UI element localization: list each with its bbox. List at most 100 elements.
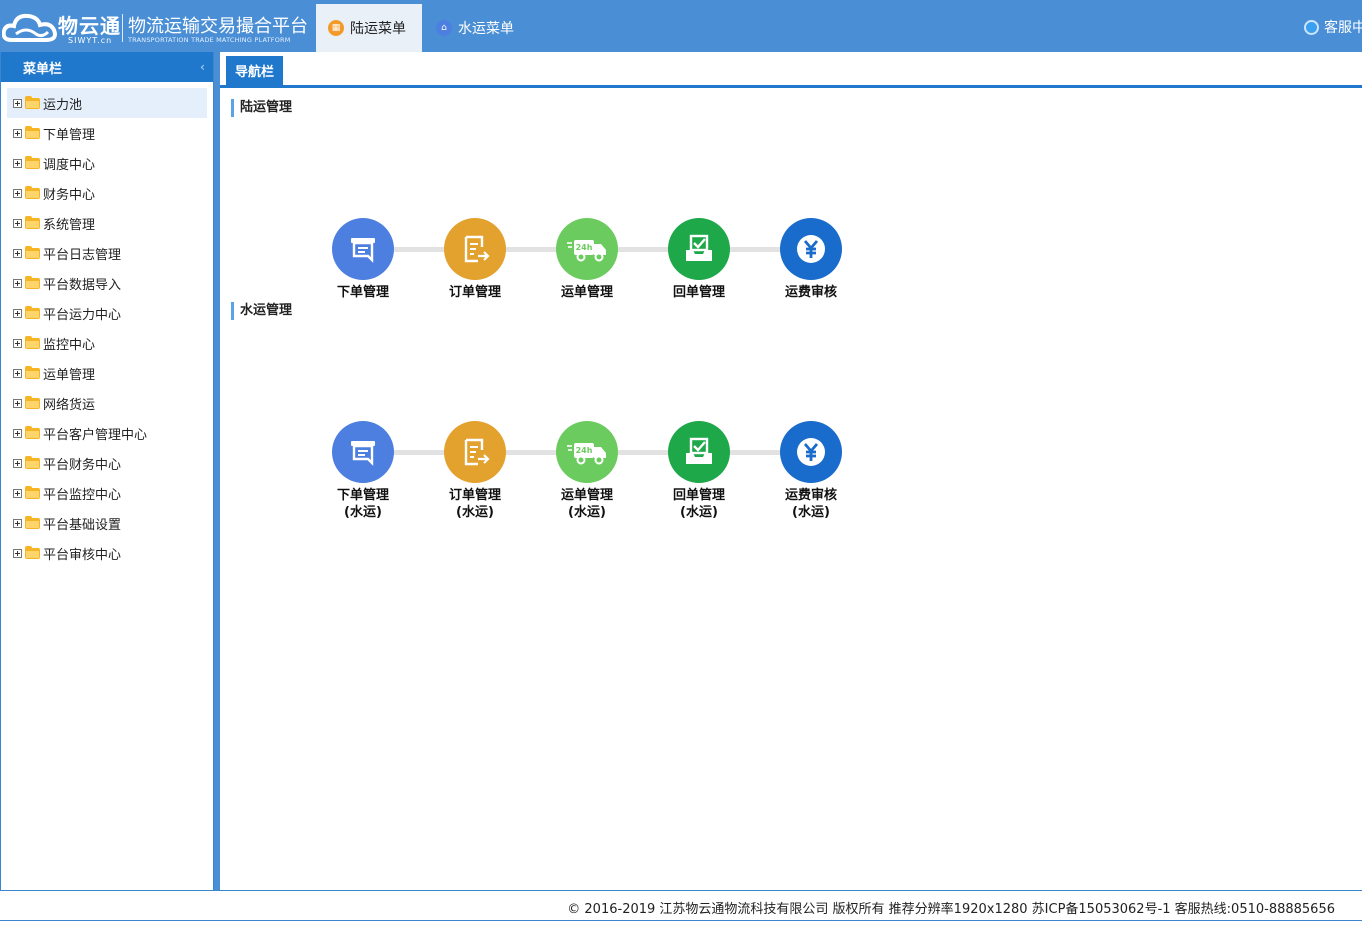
truck-badge: 24h	[576, 243, 593, 252]
water-step-waybill-management[interactable]: 24h 运单管理 (水运)	[542, 421, 632, 521]
sidebar-item[interactable]: 网络货运	[7, 388, 207, 418]
expand-icon[interactable]	[13, 128, 22, 138]
step-label: 运单管理	[560, 285, 613, 300]
land-step-waybill-management[interactable]: 24h 运单管理	[542, 218, 632, 302]
main-content: 导航栏 陆运管理 下单管理 订单管理 24h 运单管理 回单管理 运费审核 水运…	[220, 52, 1362, 890]
water-section-title: 水运管理	[231, 302, 292, 320]
folder-icon	[25, 275, 40, 289]
expand-icon[interactable]	[13, 248, 22, 258]
expand-icon[interactable]	[13, 398, 22, 408]
land-step-order-placement[interactable]: 下单管理	[318, 218, 408, 302]
expand-icon[interactable]	[13, 368, 22, 378]
customer-service-link[interactable]: 客服中心	[1304, 17, 1362, 37]
sidebar-item-label: 调度中心	[43, 157, 96, 173]
sidebar-item[interactable]: 平台财务中心	[7, 448, 207, 478]
receipt-check-icon	[668, 218, 730, 280]
tab-label: 水运菜单	[458, 21, 514, 37]
sidebar-item[interactable]: 平台监控中心	[7, 478, 207, 508]
water-menu-icon: ⌂	[436, 20, 452, 36]
order-placement-icon	[332, 218, 394, 280]
water-step-receipt-management[interactable]: 回单管理 (水运)	[654, 421, 744, 521]
expand-icon[interactable]	[13, 428, 22, 438]
platform-logo[interactable]: 物云通 SIWYT.cn 物流运输交易撮合平台 TRANSPORTATION T…	[0, 0, 316, 52]
platform-subtitle: TRANSPORTATION TRADE MATCHING PLATFORM	[128, 36, 291, 44]
expand-icon[interactable]	[13, 488, 22, 498]
step-label: 订单管理	[448, 285, 501, 300]
water-step-order-management[interactable]: 订单管理 (水运)	[430, 421, 520, 521]
sidebar-item[interactable]: 财务中心	[7, 178, 207, 208]
sidebar-item[interactable]: 平台运力中心	[7, 298, 207, 328]
water-step-freight-audit[interactable]: 运费审核 (水运)	[766, 421, 856, 521]
sidebar-item[interactable]: 系统管理	[7, 208, 207, 238]
step-label: 运单管理	[560, 488, 613, 503]
footer: © 2016-2019 江苏物云通物流科技有限公司 版权所有 推荐分辨率1920…	[0, 890, 1362, 921]
expand-icon[interactable]	[13, 548, 22, 558]
sidebar-item-label: 平台监控中心	[43, 487, 122, 503]
step-label: 下单管理	[336, 488, 389, 503]
sidebar-title: 菜单栏	[23, 61, 63, 77]
expand-icon[interactable]	[13, 218, 22, 228]
expand-icon[interactable]	[13, 188, 22, 198]
folder-icon	[25, 395, 40, 409]
sidebar-item-label: 监控中心	[43, 337, 96, 353]
sidebar-item[interactable]: 调度中心	[7, 148, 207, 178]
sidebar-item[interactable]: 平台审核中心	[7, 538, 207, 568]
sidebar-item[interactable]: 监控中心	[7, 328, 207, 358]
expand-icon[interactable]	[13, 158, 22, 168]
logo-divider	[122, 14, 123, 42]
sidebar-item-label: 下单管理	[43, 127, 96, 143]
step-label: 运费审核	[784, 285, 837, 300]
sidebar-item[interactable]: 运单管理	[7, 358, 207, 388]
brand-domain: SIWYT.cn	[68, 36, 113, 45]
land-step-receipt-management[interactable]: 回单管理	[654, 218, 744, 302]
land-menu-icon: ▦	[328, 20, 344, 36]
folder-icon	[25, 425, 40, 439]
step-sublabel: (水运)	[568, 505, 606, 520]
expand-icon[interactable]	[13, 308, 22, 318]
sidebar-item[interactable]: 运力池	[7, 88, 207, 118]
receipt-check-icon	[668, 421, 730, 483]
cloud-logo-icon	[2, 13, 57, 42]
expand-icon[interactable]	[13, 338, 22, 348]
step-sublabel: (水运)	[680, 505, 718, 520]
folder-icon	[25, 365, 40, 379]
brand-name: 物云通	[58, 14, 121, 38]
step-sublabel: (水运)	[792, 505, 830, 520]
sidebar-item-label: 平台日志管理	[43, 247, 122, 263]
collapse-left-icon[interactable]: ‹	[200, 60, 205, 74]
sidebar-item[interactable]: 下单管理	[7, 118, 207, 148]
land-step-order-management[interactable]: 订单管理	[430, 218, 520, 302]
folder-icon	[25, 155, 40, 169]
expand-icon[interactable]	[13, 458, 22, 468]
water-step-order-placement[interactable]: 下单管理 (水运)	[318, 421, 408, 521]
sidebar-item[interactable]: 平台基础设置	[7, 508, 207, 538]
folder-icon	[25, 125, 40, 139]
sidebar-item[interactable]: 平台客户管理中心	[7, 418, 207, 448]
tab-navigation[interactable]: 导航栏	[226, 56, 283, 85]
folder-icon	[25, 215, 40, 229]
tab-water-menu[interactable]: ⌂ 水运菜单	[422, 4, 542, 52]
sidebar-item-label: 平台客户管理中心	[43, 427, 148, 443]
sidebar-item[interactable]: 平台数据导入	[7, 268, 207, 298]
main-tab-bar: 导航栏	[220, 52, 1362, 88]
sidebar-item-label: 平台审核中心	[43, 547, 122, 563]
expand-icon[interactable]	[13, 98, 22, 108]
land-flow: 下单管理 订单管理 24h 运单管理 回单管理 运费审核	[220, 218, 920, 328]
step-label: 订单管理	[448, 488, 501, 503]
footer-copyright: © 2016-2019 江苏物云通物流科技有限公司 版权所有 推荐分辨率1920…	[567, 902, 1335, 917]
folder-icon	[25, 515, 40, 529]
sidebar-item-label: 平台运力中心	[43, 307, 122, 323]
order-placement-icon	[332, 421, 394, 483]
folder-icon	[25, 335, 40, 349]
land-step-freight-audit[interactable]: 运费审核	[766, 218, 856, 302]
expand-icon[interactable]	[13, 278, 22, 288]
sidebar-item-label: 财务中心	[43, 187, 96, 203]
tab-land-menu[interactable]: ▦ 陆运菜单	[316, 4, 422, 52]
sidebar-item-label: 平台数据导入	[43, 277, 122, 293]
sidebar-item[interactable]: 平台日志管理	[7, 238, 207, 268]
expand-icon[interactable]	[13, 518, 22, 528]
yuan-audit-icon	[780, 421, 842, 483]
folder-icon	[25, 455, 40, 469]
folder-icon	[25, 485, 40, 499]
step-label: 下单管理	[336, 285, 389, 300]
